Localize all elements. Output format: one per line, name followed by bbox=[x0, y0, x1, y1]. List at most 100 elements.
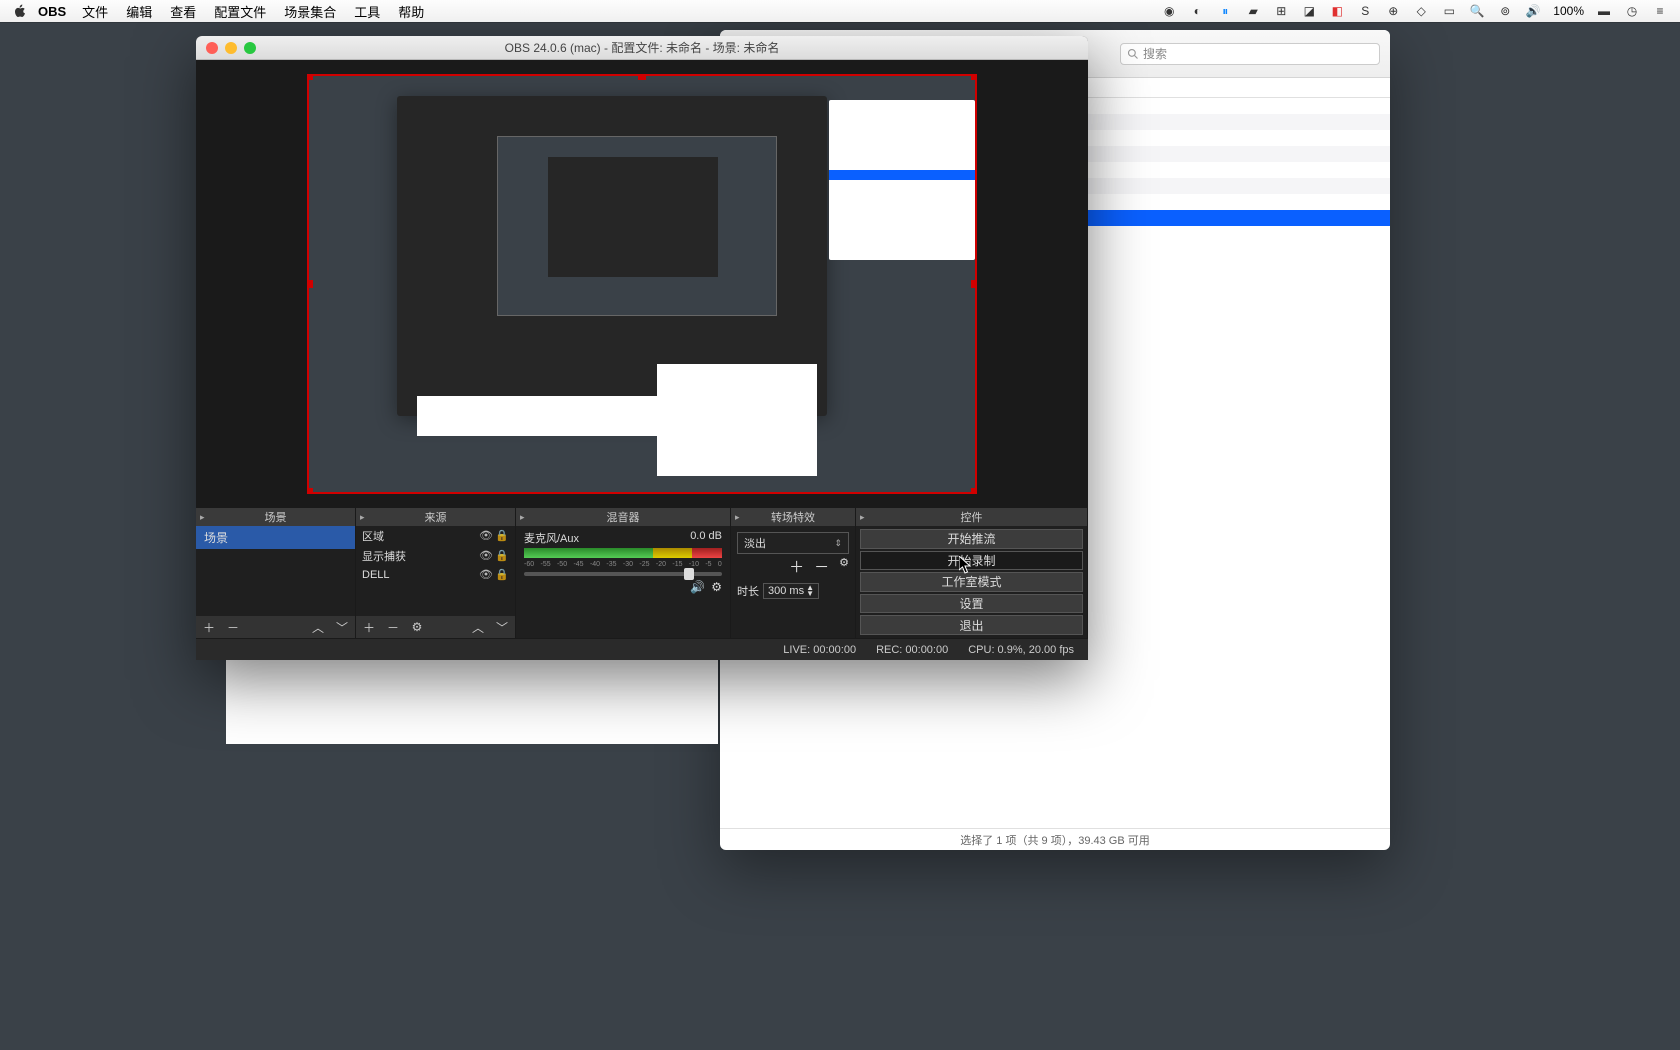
background-panel bbox=[226, 660, 718, 744]
move-up-button[interactable]: ︿ bbox=[471, 620, 485, 634]
visibility-icon[interactable]: 👁 bbox=[479, 568, 493, 582]
dock-popout-icon[interactable]: ▸ bbox=[360, 512, 365, 523]
status-live: LIVE: 00:00:00 bbox=[783, 644, 856, 656]
wifi-icon[interactable]: ⊚ bbox=[1497, 3, 1513, 19]
volume-icon[interactable]: 🔊 bbox=[1525, 3, 1541, 19]
menu-file[interactable]: 文件 bbox=[82, 2, 108, 21]
duration-spinbox[interactable]: 300 ms ▲▼ bbox=[763, 583, 819, 599]
dock-controls-title: 控件 bbox=[961, 509, 983, 525]
lock-icon[interactable]: 🔒 bbox=[495, 529, 509, 543]
source-item[interactable]: 区域👁🔒 bbox=[356, 526, 515, 546]
spinner-icon[interactable]: ▲▼ bbox=[806, 585, 814, 597]
mixer-channel-name: 麦克风/Aux bbox=[524, 530, 579, 546]
menu-tools[interactable]: 工具 bbox=[354, 2, 380, 21]
source-item[interactable]: DELL👁🔒 bbox=[356, 566, 515, 584]
remove-scene-button[interactable]: － bbox=[226, 620, 240, 634]
status-icon[interactable]: ◇ bbox=[1413, 3, 1429, 19]
control-button[interactable]: 开始推流 bbox=[860, 529, 1083, 549]
menu-scenes[interactable]: 场景集合 bbox=[284, 2, 336, 21]
volume-slider[interactable] bbox=[524, 572, 722, 576]
background-panel bbox=[720, 640, 818, 826]
lock-icon[interactable]: 🔒 bbox=[495, 568, 509, 582]
status-icon[interactable]: ▰ bbox=[1245, 3, 1261, 19]
menubar-status-area: ◉ ◐ ⏸ ▰ ⊞ ◪ ◧ S ⊕ ◇ ▭ 🔍 ⊚ 🔊 100% ▬ ◷ ≡ bbox=[1161, 3, 1668, 19]
source-item[interactable]: 显示捕获👁🔒 bbox=[356, 546, 515, 566]
dock-popout-icon[interactable]: ▸ bbox=[735, 512, 740, 523]
macos-menubar: OBS 文件 编辑 查看 配置文件 场景集合 工具 帮助 ◉ ◐ ⏸ ▰ ⊞ ◪… bbox=[0, 0, 1680, 22]
recursive-panel bbox=[657, 364, 817, 476]
duration-label: 时长 bbox=[737, 583, 759, 599]
move-down-button[interactable]: ﹀ bbox=[335, 620, 349, 634]
transition-settings-button[interactable]: ⚙ bbox=[839, 556, 849, 577]
battery-icon[interactable]: ▬ bbox=[1596, 3, 1612, 19]
dock-transitions: ▸ 转场特效 淡出 ⇕ ＋ － ⚙ 时长 300 ms ▲▼ bbox=[731, 508, 856, 638]
finder-search-field[interactable]: 搜索 bbox=[1120, 43, 1380, 65]
control-button[interactable]: 设置 bbox=[860, 594, 1083, 614]
status-icon[interactable]: ⊕ bbox=[1385, 3, 1401, 19]
dock-scenes: ▸ 场景 场景 ＋ － ︿ ﹀ bbox=[196, 508, 356, 638]
move-up-button[interactable]: ︿ bbox=[311, 620, 325, 634]
status-icon[interactable]: ◪ bbox=[1301, 3, 1317, 19]
dock-popout-icon[interactable]: ▸ bbox=[200, 512, 205, 523]
obs-window-title: OBS 24.0.6 (mac) - 配置文件: 未命名 - 场景: 未命名 bbox=[196, 39, 1088, 56]
search-icon bbox=[1127, 48, 1139, 60]
apple-logo-icon bbox=[12, 3, 28, 19]
control-button[interactable]: 开始录制 bbox=[860, 551, 1083, 571]
source-settings-button[interactable]: ⚙ bbox=[410, 620, 424, 634]
menu-view[interactable]: 查看 bbox=[170, 2, 196, 21]
status-icon[interactable]: ◐ bbox=[1189, 3, 1205, 19]
status-icon[interactable]: ▭ bbox=[1441, 3, 1457, 19]
menu-icon[interactable]: ≡ bbox=[1652, 3, 1668, 19]
remove-transition-button[interactable]: － bbox=[814, 556, 829, 577]
status-cpu: CPU: 0.9%, 20.00 fps bbox=[968, 644, 1074, 656]
add-transition-button[interactable]: ＋ bbox=[789, 556, 804, 577]
clock-icon[interactable]: ◷ bbox=[1624, 3, 1640, 19]
status-icon[interactable]: ⏸ bbox=[1217, 3, 1233, 19]
dock-scenes-title: 场景 bbox=[265, 509, 287, 525]
battery-text[interactable]: 100% bbox=[1553, 4, 1584, 18]
dock-controls: ▸ 控件 开始推流开始录制工作室模式设置退出 bbox=[856, 508, 1088, 638]
preview-canvas[interactable] bbox=[307, 74, 977, 494]
obs-preview[interactable] bbox=[196, 60, 1088, 508]
move-down-button[interactable]: ﹀ bbox=[495, 620, 509, 634]
obs-window: OBS 24.0.6 (mac) - 配置文件: 未命名 - 场景: 未命名 bbox=[196, 36, 1088, 660]
spotlight-icon[interactable]: 🔍 bbox=[1469, 3, 1485, 19]
dock-popout-icon[interactable]: ▸ bbox=[520, 512, 525, 523]
dock-transitions-title: 转场特效 bbox=[771, 509, 815, 525]
channel-settings-button[interactable]: ⚙ bbox=[711, 580, 722, 594]
status-icon[interactable]: ⊞ bbox=[1273, 3, 1289, 19]
menu-edit[interactable]: 编辑 bbox=[126, 2, 152, 21]
mixer-channel: 麦克风/Aux 0.0 dB -60-55-50-45-40-35-30-25-… bbox=[516, 526, 730, 598]
menubar-app-name[interactable]: OBS bbox=[38, 4, 66, 19]
status-icon[interactable]: ◧ bbox=[1329, 3, 1345, 19]
obs-docks: ▸场景 场景 ＋ － ︿ ﹀ ▸来源 区域👁🔒显示捕获👁🔒DELL👁🔒 ＋ － … bbox=[196, 508, 1088, 638]
control-button[interactable]: 工作室模式 bbox=[860, 572, 1083, 592]
obs-titlebar[interactable]: OBS 24.0.6 (mac) - 配置文件: 未命名 - 场景: 未命名 bbox=[196, 36, 1088, 60]
chevron-updown-icon: ⇕ bbox=[834, 538, 842, 549]
dock-mixer: ▸ 混音器 麦克风/Aux 0.0 dB -60-55-50-45-40-35-3… bbox=[516, 508, 731, 638]
remove-source-button[interactable]: － bbox=[386, 620, 400, 634]
visibility-icon[interactable]: 👁 bbox=[479, 549, 493, 563]
obs-status-bar: LIVE: 00:00:00 REC: 00:00:00 CPU: 0.9%, … bbox=[196, 638, 1088, 660]
mixer-channel-level: 0.0 dB bbox=[690, 530, 722, 546]
audio-meter: -60-55-50-45-40-35-30-25-20-15-10-50 bbox=[524, 548, 722, 558]
lock-icon[interactable]: 🔒 bbox=[495, 549, 509, 563]
recursive-panel bbox=[417, 396, 657, 436]
add-scene-button[interactable]: ＋ bbox=[202, 620, 216, 634]
status-icon[interactable]: S bbox=[1357, 3, 1373, 19]
add-source-button[interactable]: ＋ bbox=[362, 620, 376, 634]
finder-status-bar: 选择了 1 项（共 9 项），39.43 GB 可用 bbox=[720, 828, 1390, 850]
visibility-icon[interactable]: 👁 bbox=[479, 529, 493, 543]
status-rec: REC: 00:00:00 bbox=[876, 644, 948, 656]
transition-select[interactable]: 淡出 ⇕ bbox=[737, 532, 849, 554]
mute-button[interactable]: 🔊 bbox=[690, 580, 705, 594]
scene-item[interactable]: 场景 bbox=[196, 526, 355, 549]
recursive-finder bbox=[829, 100, 975, 260]
menu-profile[interactable]: 配置文件 bbox=[214, 2, 266, 21]
status-icon[interactable]: ◉ bbox=[1161, 3, 1177, 19]
dock-popout-icon[interactable]: ▸ bbox=[860, 512, 865, 523]
control-button[interactable]: 退出 bbox=[860, 615, 1083, 635]
menu-help[interactable]: 帮助 bbox=[398, 2, 424, 21]
dock-mixer-title: 混音器 bbox=[607, 509, 640, 525]
search-placeholder: 搜索 bbox=[1143, 45, 1167, 62]
